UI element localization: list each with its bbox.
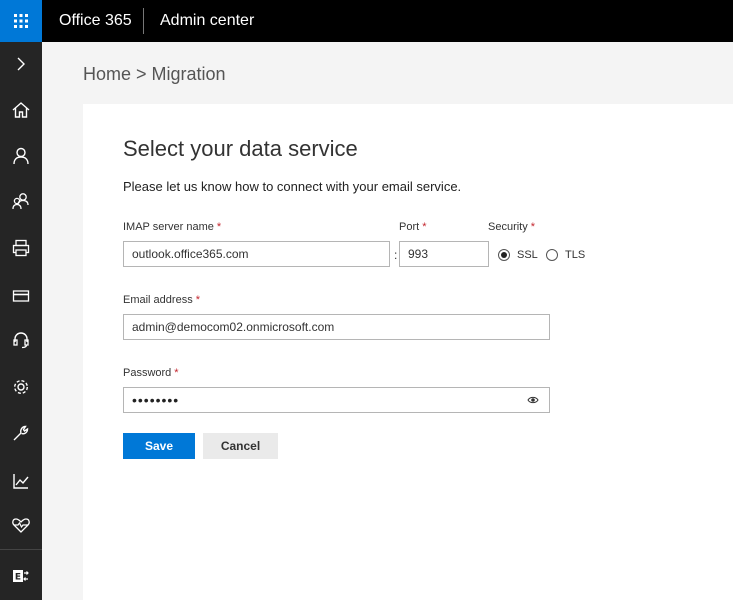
gear-icon [13,379,29,395]
credit-card-icon [12,290,30,302]
required-marker: * [530,221,536,233]
imap-server-input[interactable] [123,241,390,267]
section-name[interactable]: Admin center [160,0,254,42]
headset-icon [13,332,29,349]
wrench-icon [13,425,29,441]
nav-reports[interactable] [0,459,42,503]
imap-server-label: IMAP server name * [123,221,222,233]
email-input[interactable] [123,314,550,340]
exchange-icon: E [13,570,29,583]
svg-text:E: E [15,573,21,583]
required-marker: * [195,294,200,306]
app-name[interactable]: Office 365 [59,0,132,42]
nav-users[interactable] [0,134,42,178]
group-icon [12,193,29,210]
printer-icon [12,239,30,257]
header-divider [143,8,144,34]
top-bar: Office 365 Admin center [0,0,733,42]
nav-resources[interactable] [0,226,42,270]
ssl-label: SSL [517,249,538,261]
chevron-right-icon [17,57,25,71]
required-marker: * [174,367,179,379]
nav-support[interactable] [0,318,42,362]
port-input[interactable] [399,241,489,267]
cancel-button[interactable]: Cancel [203,433,278,459]
radio-selected-indicator[interactable] [498,249,510,261]
password-input[interactable]: •••••••• [123,387,550,413]
nav-groups[interactable] [0,179,42,223]
eye-icon[interactable] [527,395,539,405]
left-nav-rail: E [0,42,42,600]
radio-unselected-indicator[interactable] [546,249,558,261]
nav-setup[interactable] [0,411,42,455]
port-separator: : [394,248,398,262]
breadcrumb[interactable]: Home > Migration [83,64,226,85]
nav-health[interactable] [0,503,42,547]
port-label: Port * [399,221,427,233]
nav-exchange[interactable]: E [0,554,42,598]
page-subtitle: Please let us know how to connect with y… [123,179,462,194]
app-launcher-icon [14,14,28,28]
nav-settings[interactable] [0,365,42,409]
save-button[interactable]: Save [123,433,195,459]
security-tls-radio[interactable]: TLS [546,249,585,261]
nav-home[interactable] [0,88,42,132]
page-title: Select your data service [123,136,358,161]
email-label: Email address * [123,294,200,306]
heart-pulse-icon [12,518,30,533]
app-launcher-button[interactable] [0,0,42,42]
home-icon [12,102,30,118]
nav-expand-button[interactable] [0,42,42,86]
security-label: Security * [488,221,536,233]
chart-icon [13,474,29,489]
required-marker: * [422,221,427,233]
security-ssl-radio[interactable]: SSL [498,249,538,261]
rail-separator [0,549,42,550]
password-label: Password * [123,367,179,379]
password-masked-value: •••••••• [132,392,180,408]
user-icon [13,147,29,165]
tls-label: TLS [565,249,586,261]
required-marker: * [216,221,222,233]
migration-panel: Select your data service Please let us k… [83,104,733,600]
nav-billing[interactable] [0,274,42,318]
